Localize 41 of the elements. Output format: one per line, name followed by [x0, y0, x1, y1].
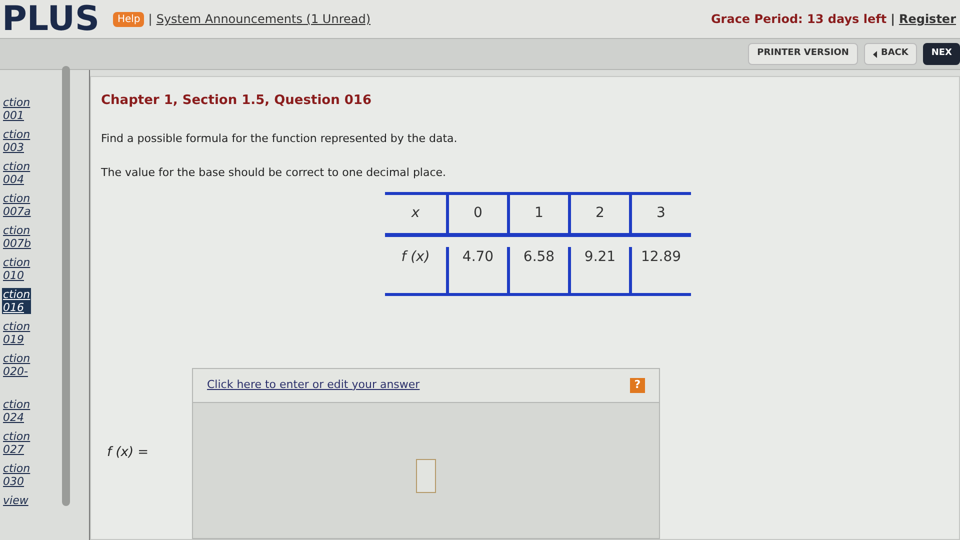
- table-cell-text: 3: [656, 204, 666, 223]
- question-link[interactable]: view: [2, 494, 30, 507]
- separator: |: [890, 11, 895, 28]
- answer-link[interactable]: Click here to enter or edit your answer: [207, 376, 420, 394]
- table-cell-text: 12.89: [640, 248, 682, 266]
- prompt-text: Find a possible formula for the function represented by the data.: [101, 130, 458, 146]
- printer-version-button[interactable]: PRINTER VERSION: [748, 43, 858, 65]
- question-link[interactable]: ction 016: [2, 288, 32, 314]
- question-link[interactable]: ction 007b: [2, 224, 32, 250]
- table-cell-text: 9.21: [584, 248, 616, 266]
- question-link[interactable]: ction 024: [2, 398, 32, 424]
- grace-period: Grace Period: 13 days left: [710, 11, 887, 28]
- function-label: f (x) =: [107, 444, 150, 462]
- row-label: f (x): [401, 248, 430, 266]
- question-link[interactable]: ction 003: [2, 128, 32, 154]
- question-link[interactable]: ction 001: [2, 96, 32, 122]
- table-cell-text: 1: [534, 204, 544, 223]
- back-button[interactable]: BACK: [864, 43, 918, 65]
- question-link[interactable]: ction 010: [2, 256, 32, 282]
- question-link[interactable]: ction 007a: [2, 192, 32, 218]
- table-cell-text: 0: [474, 204, 482, 223]
- question-link[interactable]: ction 004: [2, 160, 32, 186]
- question-title: Chapter 1, Section 1.5, Question 016: [101, 92, 372, 110]
- table-cell-text: 6.58: [523, 248, 555, 266]
- row-label: x: [411, 204, 420, 223]
- instruction-text: The value for the base should be correct to one decimal place.: [101, 165, 448, 181]
- table-cell-text: 4.70: [462, 248, 494, 266]
- register-link[interactable]: Register: [898, 10, 956, 28]
- question-link[interactable]: ction 030: [2, 462, 32, 488]
- logo: PLUS: [2, 2, 100, 36]
- question-link[interactable]: ction 020-: [2, 352, 32, 378]
- answer-panel[interactable]: Click here to enter or edit your answer ?: [192, 368, 660, 539]
- answer-input-field[interactable]: [416, 458, 436, 492]
- scrollbar[interactable]: [62, 66, 70, 506]
- separator: |: [148, 11, 152, 28]
- back-arrow-icon: [872, 50, 877, 58]
- question-link[interactable]: ction 019: [2, 320, 32, 346]
- table-cell-text: 2: [596, 204, 604, 223]
- next-button[interactable]: NEX: [923, 43, 960, 65]
- announcements-link[interactable]: System Announcements (1 Unread): [156, 10, 371, 28]
- question-link[interactable]: ction 027: [2, 430, 32, 456]
